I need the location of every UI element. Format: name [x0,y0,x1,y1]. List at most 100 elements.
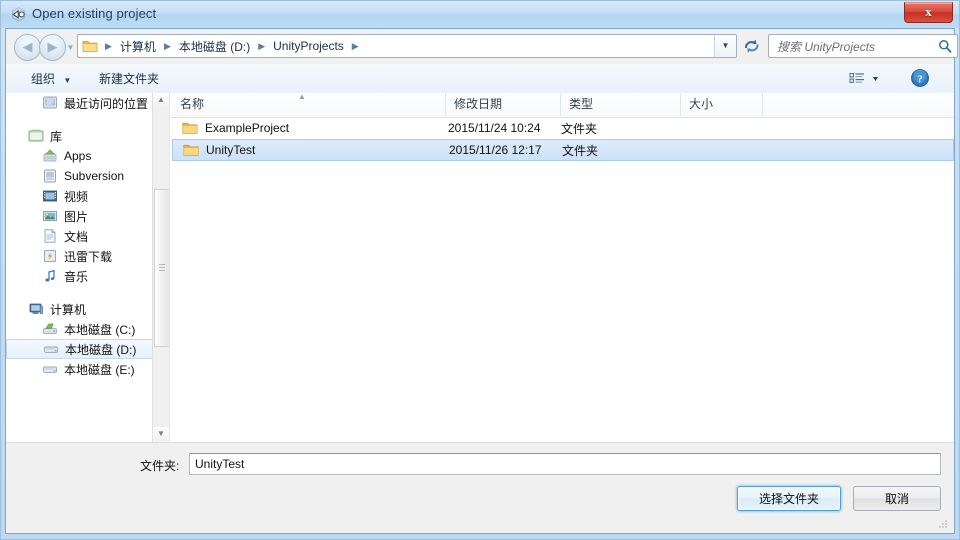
address-bar[interactable]: ▶ 计算机 ▶ 本地磁盘 (D:) ▶ UnityProjects ▶ ▼ [77,34,737,58]
new-folder-label: 新建文件夹 [99,72,160,86]
file-name: ExampleProject [205,121,290,135]
sidebar-item-documents[interactable]: 文档 [6,226,154,246]
folder-icon [82,39,98,53]
sidebar-item-drive-c[interactable]: 本地磁盘 (C:) [6,319,154,339]
sidebar-item-label: 计算机 [50,302,87,317]
column-header-name[interactable]: 名称 ▲ [172,93,446,116]
drive-icon [43,341,59,357]
scrollbar-thumb[interactable] [154,189,169,347]
window-frame: Open existing project x ◀ ▶ ▼ ▶ 计算机 ▶ 本地… [0,0,960,540]
column-header-date[interactable]: 修改日期 [446,93,561,116]
search-placeholder: 搜索 UnityProjects [777,40,876,54]
sidebar-item-pictures[interactable]: 图片 [6,206,154,226]
close-button[interactable]: x [904,2,953,23]
back-arrow-icon: ◀ [22,39,33,54]
thunder-download-icon [42,248,58,264]
help-icon: ? [911,69,929,87]
dialog-body: ◀ ▶ ▼ ▶ 计算机 ▶ 本地磁盘 (D:) ▶ UnityProjects … [5,28,958,534]
back-button[interactable]: ◀ [14,34,41,61]
sidebar-item-libraries[interactable]: 库 [6,126,154,146]
breadcrumb-item-computer[interactable]: 计算机 [117,38,159,55]
scrollbar-grip [159,264,165,272]
search-icon [938,39,952,53]
file-name: UnityTest [206,143,256,157]
forward-button[interactable]: ▶ [39,34,66,61]
unity-logo-icon [10,6,27,23]
sidebar-item-drive-e[interactable]: 本地磁盘 (E:) [6,359,154,379]
sort-ascending-icon: ▲ [298,92,306,101]
scroll-up-button[interactable]: ▲ [153,93,169,109]
address-dropdown-button[interactable]: ▼ [714,35,736,57]
view-options-button[interactable] [848,69,890,89]
sidebar-scrollbar[interactable]: ▲ ▼ [152,93,169,443]
table-row[interactable]: UnityTest 2015/11/26 12:17 文件夹 [172,139,954,161]
view-options-icon [849,73,864,83]
toolbar: 组织 ▼ 新建文件夹 ? [6,64,954,94]
sidebar-item-label: 本地磁盘 (C:) [64,322,136,337]
select-folder-button[interactable]: 选择文件夹 [737,486,841,511]
sidebar-item-apps[interactable]: Apps [6,146,154,166]
row-name-cell: ExampleProject [172,121,446,135]
sidebar-item-label: 图片 [64,209,89,224]
breadcrumb: ▶ 计算机 ▶ 本地磁盘 (D:) ▶ UnityProjects ▶ [78,35,364,57]
caret-up-icon: ▲ [157,95,165,104]
search-input[interactable]: 搜索 UnityProjects [768,34,958,58]
caret-down-icon: ▼ [157,429,165,438]
folder-tree: 最近访问的位置 库 Apps Subversion 视频 图片 文档 迅雷下载 … [6,93,154,379]
column-label: 修改日期 [454,97,503,111]
breadcrumb-item-drive-d[interactable]: 本地磁盘 (D:) [176,38,253,55]
breadcrumb-separator: ▶ [258,40,266,51]
pictures-icon [42,208,58,224]
drive-icon [42,361,58,377]
breadcrumb-item-unityprojects[interactable]: UnityProjects [270,39,347,53]
column-header-type[interactable]: 类型 [561,93,681,116]
sidebar-item-drive-d[interactable]: 本地磁盘 (D:) [6,339,154,359]
sidebar-item-label: Apps [64,149,92,163]
refresh-button[interactable] [741,34,763,58]
window-title: Open existing project [32,6,157,21]
sidebar-item-computer[interactable]: 计算机 [6,299,154,319]
column-label: 名称 [180,97,205,111]
sidebar-item-label: 音乐 [64,269,89,284]
sidebar-item-subversion[interactable]: Subversion [6,166,154,186]
column-label: 大小 [689,97,714,111]
sidebar-item-label: 视频 [64,189,89,204]
breadcrumb-separator: ▶ [105,40,112,51]
sidebar-item-recent-places[interactable]: 最近访问的位置 [6,93,154,113]
breadcrumb-separator: ▶ [351,40,359,51]
sidebar-item-label: 文档 [64,229,89,244]
sidebar-item-label: 库 [50,129,63,144]
file-list-rows: ExampleProject 2015/11/24 10:24 文件夹 Unit… [172,117,954,443]
content-area: 最近访问的位置 库 Apps Subversion 视频 图片 文档 迅雷下载 … [6,93,954,443]
row-date-cell: 2015/11/26 12:17 [449,143,542,157]
row-date-cell: 2015/11/24 10:24 [448,121,541,135]
file-list-pane: 名称 ▲ 修改日期 类型 大小 ExampleProject 2015/11/2… [172,93,954,443]
history-dropdown-button[interactable]: ▼ [66,43,75,52]
close-icon: x [925,4,932,19]
folder-name-input[interactable] [189,453,941,475]
table-row[interactable]: ExampleProject 2015/11/24 10:24 文件夹 [172,117,954,139]
forward-arrow-icon: ▶ [47,39,58,54]
sidebar-item-music[interactable]: 音乐 [6,266,154,286]
documents-icon [42,228,58,244]
scroll-down-button[interactable]: ▼ [153,427,169,443]
row-type-cell: 文件夹 [562,143,599,158]
organize-button[interactable]: 组织 ▼ [24,69,78,89]
folder-icon [182,121,198,135]
new-folder-button[interactable]: 新建文件夹 [92,69,166,89]
organize-label: 组织 [31,72,56,86]
resize-grip[interactable] [936,517,948,529]
apps-icon [42,148,58,164]
help-button[interactable]: ? [910,68,930,88]
sidebar-item-thunder-download[interactable]: 迅雷下载 [6,246,154,266]
cancel-button[interactable]: 取消 [853,486,941,511]
video-icon [42,188,58,204]
title-bar[interactable]: Open existing project x [1,1,959,28]
chevron-down-icon: ▼ [63,76,72,85]
folder-field-label: 文件夹: [140,459,180,473]
column-header-size[interactable]: 大小 [681,93,763,116]
sidebar-item-videos[interactable]: 视频 [6,186,154,206]
sidebar-item-label: 本地磁盘 (D:) [65,342,137,357]
system-drive-icon [42,321,58,337]
